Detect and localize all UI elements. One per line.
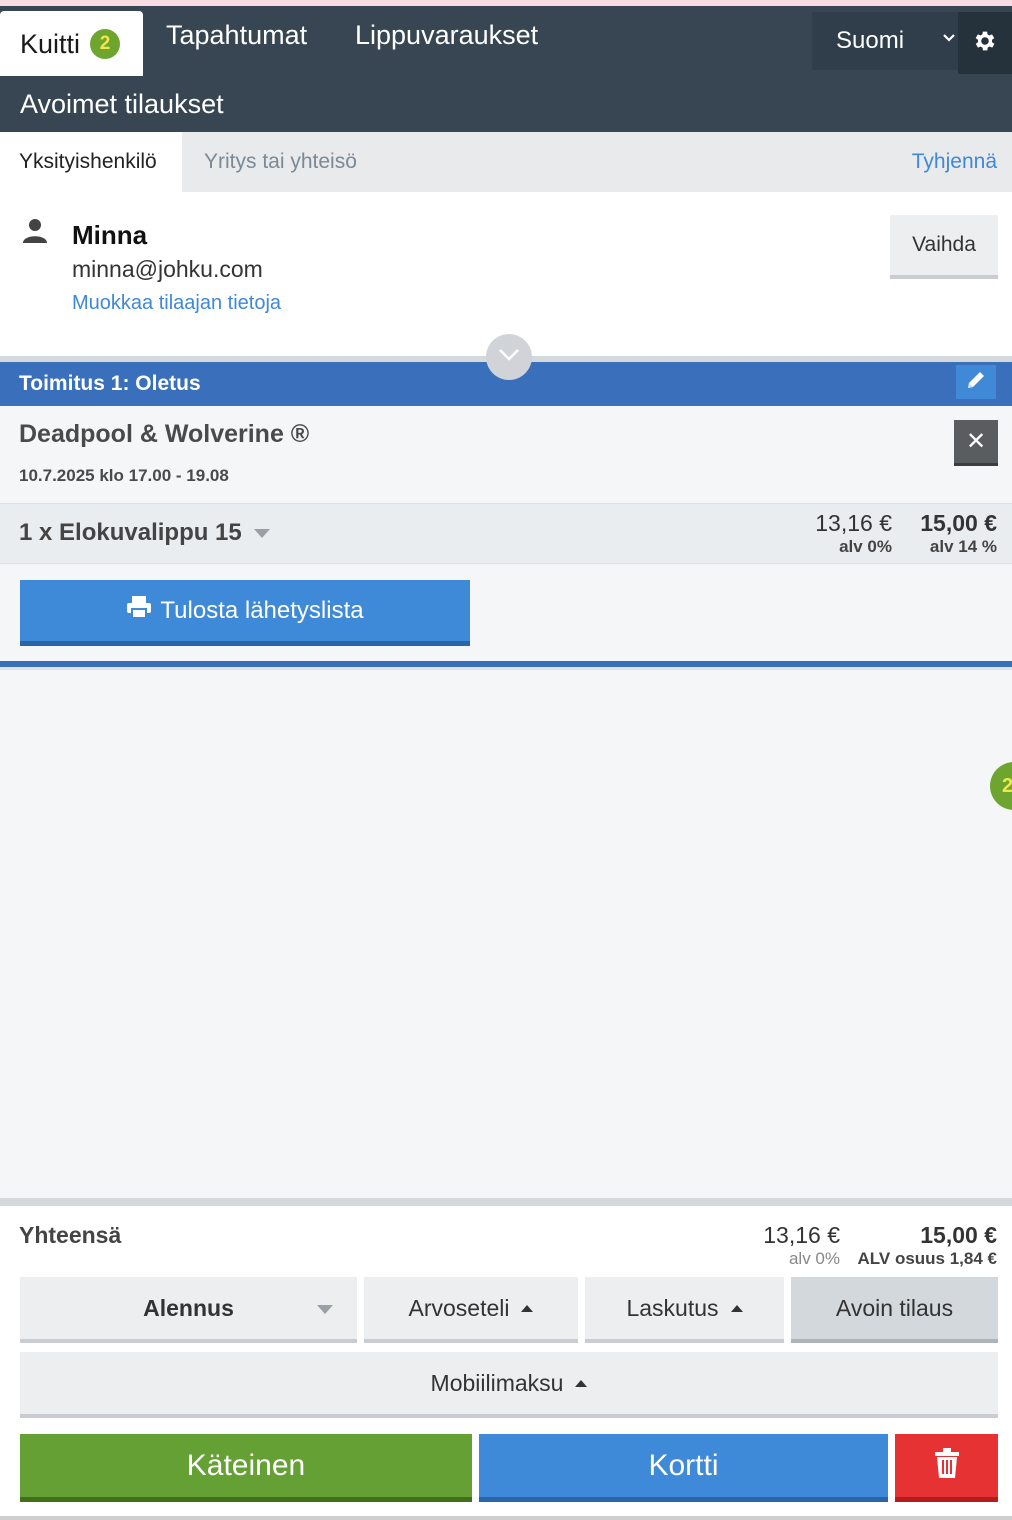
caret-up-icon (521, 1304, 534, 1312)
total-gross-value: 15,00 € (920, 1222, 997, 1248)
total-gross: 15,00 € ALV osuus 1,84 € (857, 1222, 997, 1269)
receipt-count-badge: 2 (90, 29, 121, 59)
caret-down-icon[interactable] (254, 529, 270, 538)
total-net: 13,16 € alv 0% (763, 1222, 840, 1269)
tab-ticket-reservations[interactable]: Lippuvaraukset (355, 20, 538, 51)
ticket-row[interactable]: 1 x Elokuvalippu 15 13,16 € alv 0% 15,00… (0, 504, 1012, 564)
ticket-price-gross: 15,00 € (920, 510, 997, 536)
tab-company[interactable]: Yritys tai yhteisö (204, 150, 357, 174)
caret-up-icon (575, 1379, 588, 1387)
discount-label: Alennus (143, 1294, 234, 1321)
billing-label: Laskutus (626, 1294, 719, 1321)
page-title: Avoimet tilaukset (0, 76, 1012, 132)
cash-payment-button[interactable]: Käteinen (20, 1434, 472, 1502)
total-net-vat: alv 0% (788, 1249, 840, 1268)
chevron-down-icon (942, 28, 956, 51)
voucher-button[interactable]: Arvoseteli (364, 1277, 578, 1343)
event-title: Deadpool & Wolverine ® (19, 420, 310, 448)
card-payment-button[interactable]: Kortti (479, 1434, 888, 1502)
tab-receipt[interactable]: Kuitti 2 (0, 11, 143, 77)
tab-events[interactable]: Tapahtumat (166, 20, 307, 51)
top-navigation: Kuitti 2 Tapahtumat Lippuvaraukset Suomi (0, 6, 1012, 77)
billing-button[interactable]: Laskutus (585, 1277, 784, 1343)
ticket-vat-net: alv 0% (839, 537, 892, 556)
caret-down-icon (317, 1305, 333, 1314)
remove-event-button[interactable]: ✕ (954, 420, 998, 466)
person-icon (22, 218, 48, 249)
edit-customer-link[interactable]: Muokkaa tilaajan tietoja (72, 292, 281, 315)
delete-order-button[interactable] (895, 1434, 998, 1502)
open-order-button[interactable]: Avoin tilaus (791, 1277, 998, 1343)
change-customer-button[interactable]: Vaihda (890, 215, 998, 279)
total-label: Yhteensä (19, 1222, 122, 1248)
print-button-label: Tulosta lähetyslista (160, 596, 364, 624)
trash-icon (934, 1448, 960, 1483)
ticket-net-price: 13,16 € alv 0% (815, 510, 892, 557)
clear-customer-link[interactable]: Tyhjennä (912, 150, 997, 174)
language-select[interactable]: Suomi (812, 12, 958, 70)
total-net-value: 13,16 € (763, 1222, 840, 1248)
print-area: Tulosta lähetyslista (0, 565, 1012, 661)
edit-delivery-button[interactable] (956, 365, 996, 399)
totals-divider (0, 1198, 1012, 1206)
tab-private-person[interactable]: Yksityishenkilö (0, 132, 182, 192)
print-packing-list-button[interactable]: Tulosta lähetyslista (20, 580, 470, 646)
pencil-icon (965, 369, 987, 396)
side-count-badge[interactable]: 2 (990, 762, 1012, 810)
tab-receipt-label: Kuitti (20, 28, 81, 59)
mobile-payment-label: Mobiilimaksu (430, 1369, 564, 1396)
caret-up-icon (730, 1304, 743, 1312)
language-value: Suomi (836, 27, 905, 54)
customer-type-tabs: Yksityishenkilö Yritys tai yhteisö Tyhje… (0, 132, 1012, 192)
ticket-price-net: 13,16 € (815, 510, 892, 536)
voucher-label: Arvoseteli (408, 1294, 510, 1321)
discount-button[interactable]: Alennus (20, 1277, 357, 1343)
customer-name: Minna (72, 220, 148, 250)
event-datetime: 10.7.2025 klo 17.00 - 19.08 (19, 466, 229, 485)
close-icon: ✕ (965, 428, 987, 455)
bottom-border (0, 1516, 1012, 1520)
customer-email: minna@johku.com (72, 256, 263, 282)
ticket-vat-gross: alv 14 % (929, 537, 997, 556)
settings-button[interactable] (958, 12, 1012, 74)
event-item: Deadpool & Wolverine ® 10.7.2025 klo 17.… (0, 406, 1012, 504)
gear-icon (972, 28, 998, 59)
expand-button[interactable] (486, 334, 532, 380)
section-divider (0, 667, 1012, 670)
chevron-down-icon (498, 348, 520, 367)
customer-panel: Minna minna@johku.com Muokkaa tilaajan t… (0, 192, 1012, 356)
ticket-gross-price: 15,00 € alv 14 % (920, 510, 997, 557)
total-vat-share: ALV osuus 1,84 € (857, 1249, 997, 1268)
ticket-label: 1 x Elokuvalippu 15 (19, 519, 242, 546)
mobile-payment-button[interactable]: Mobiilimaksu (20, 1352, 998, 1418)
delivery-title: Toimitus 1: Oletus (19, 372, 201, 395)
printer-icon (126, 595, 152, 626)
